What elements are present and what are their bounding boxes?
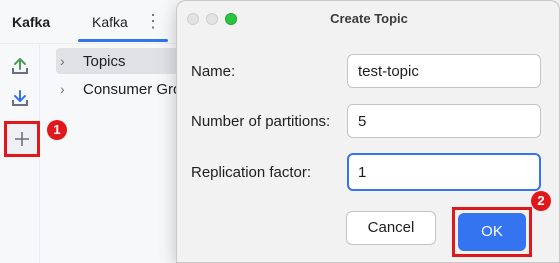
chevron-right-icon[interactable]: › bbox=[60, 81, 65, 97]
tree-item-label: Consumer Gro bbox=[83, 81, 182, 98]
active-tab-indicator bbox=[78, 39, 168, 42]
partitions-field[interactable] bbox=[347, 104, 541, 138]
replication-factor-label: Replication factor: bbox=[191, 164, 312, 181]
name-label: Name: bbox=[191, 63, 236, 80]
tool-window-title: Kafka bbox=[12, 14, 51, 30]
step-badge-2: 2 bbox=[531, 191, 551, 211]
upload-icon[interactable] bbox=[8, 54, 32, 78]
chevron-right-icon[interactable]: › bbox=[60, 53, 65, 69]
create-topic-dialog: Create Topic Name: Number of partitions:… bbox=[176, 0, 560, 263]
more-options-icon[interactable]: ⋮ bbox=[144, 12, 162, 32]
download-icon[interactable] bbox=[8, 86, 32, 110]
replication-factor-field[interactable] bbox=[347, 153, 541, 191]
dialog-title: Create Topic bbox=[330, 11, 408, 26]
create-topic-button[interactable] bbox=[4, 121, 40, 157]
add-icon bbox=[15, 132, 29, 146]
tree-item-label: Topics bbox=[83, 53, 126, 70]
ok-button[interactable]: OK bbox=[458, 213, 526, 251]
tab-kafka[interactable]: Kafka bbox=[92, 14, 128, 30]
name-field[interactable] bbox=[347, 54, 541, 88]
cancel-button[interactable]: Cancel bbox=[346, 211, 436, 245]
partitions-label: Number of partitions: bbox=[191, 113, 331, 130]
